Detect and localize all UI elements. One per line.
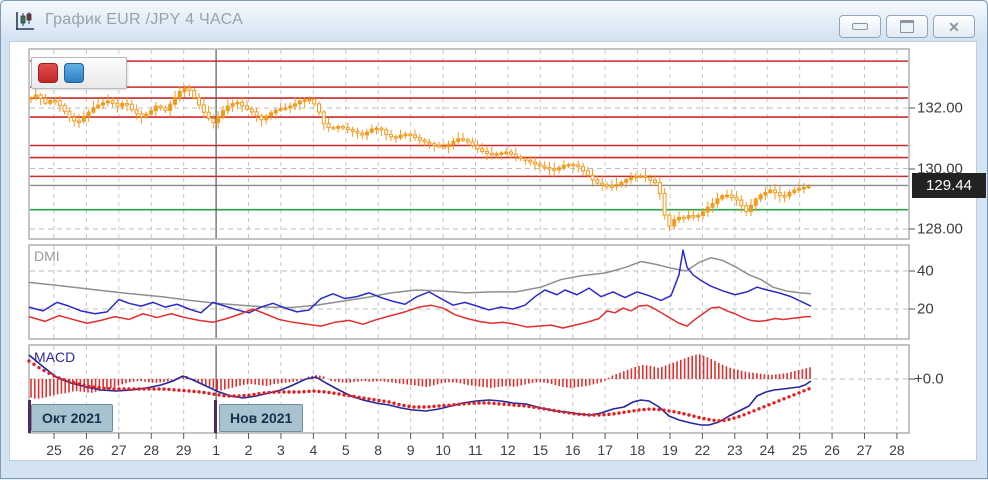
x-axis-label: 4 [309, 442, 317, 458]
price-tick-128: 128.00 [917, 221, 963, 238]
macd-panel-label: MACD [34, 349, 75, 365]
x-axis-label: 18 [630, 442, 646, 458]
x-axis-label: 25 [46, 442, 62, 458]
price-tick-132: 132.00 [917, 100, 963, 117]
x-axis-label: 8 [374, 442, 382, 458]
x-axis-label: 28 [143, 442, 159, 458]
month-badge-oct: Окт 2021 [31, 404, 113, 432]
macd-tick-zero: +0.0 [914, 371, 944, 388]
x-axis-label: 23 [727, 442, 743, 458]
x-axis-label: 1 [212, 442, 220, 458]
x-axis-label: 22 [695, 442, 711, 458]
red-tool-button[interactable] [38, 63, 58, 83]
x-axis-label: 17 [597, 442, 613, 458]
x-axis-label: 27 [857, 442, 873, 458]
dmi-tick-40: 40 [917, 263, 934, 280]
x-axis-label: 26 [824, 442, 840, 458]
x-axis-label: 12 [500, 442, 516, 458]
dmi-tick-20: 20 [917, 301, 934, 318]
x-axis-label: 2 [245, 442, 253, 458]
x-axis-label: 11 [468, 442, 483, 458]
chart-canvas[interactable] [1, 1, 988, 480]
x-axis-label: 29 [176, 442, 192, 458]
drawing-toolbar [31, 57, 127, 89]
x-axis-label: 3 [277, 442, 285, 458]
x-axis-label: 15 [533, 442, 549, 458]
dmi-panel-label: DMI [34, 248, 60, 264]
x-axis-label: 26 [79, 442, 95, 458]
x-axis-label: 10 [435, 442, 451, 458]
window-frame-bottom [3, 462, 985, 476]
x-axis-label: 25 [792, 442, 808, 458]
current-price-badge: 129.44 [912, 173, 986, 198]
x-axis-label: 27 [111, 442, 127, 458]
x-axis-label: 28 [889, 442, 905, 458]
x-axis-label: 9 [407, 442, 415, 458]
x-axis-label: 16 [565, 442, 581, 458]
blue-tool-button[interactable] [64, 63, 84, 83]
chart-window: График EUR /JPY 4 ЧАСА ✕ DMI MACD 132.00… [0, 0, 988, 479]
month-boundary-bar-nov [214, 400, 217, 433]
x-axis-label: 5 [342, 442, 350, 458]
month-badge-nov: Нов 2021 [219, 404, 303, 432]
x-axis-label: 19 [662, 442, 678, 458]
x-axis-label: 24 [759, 442, 775, 458]
